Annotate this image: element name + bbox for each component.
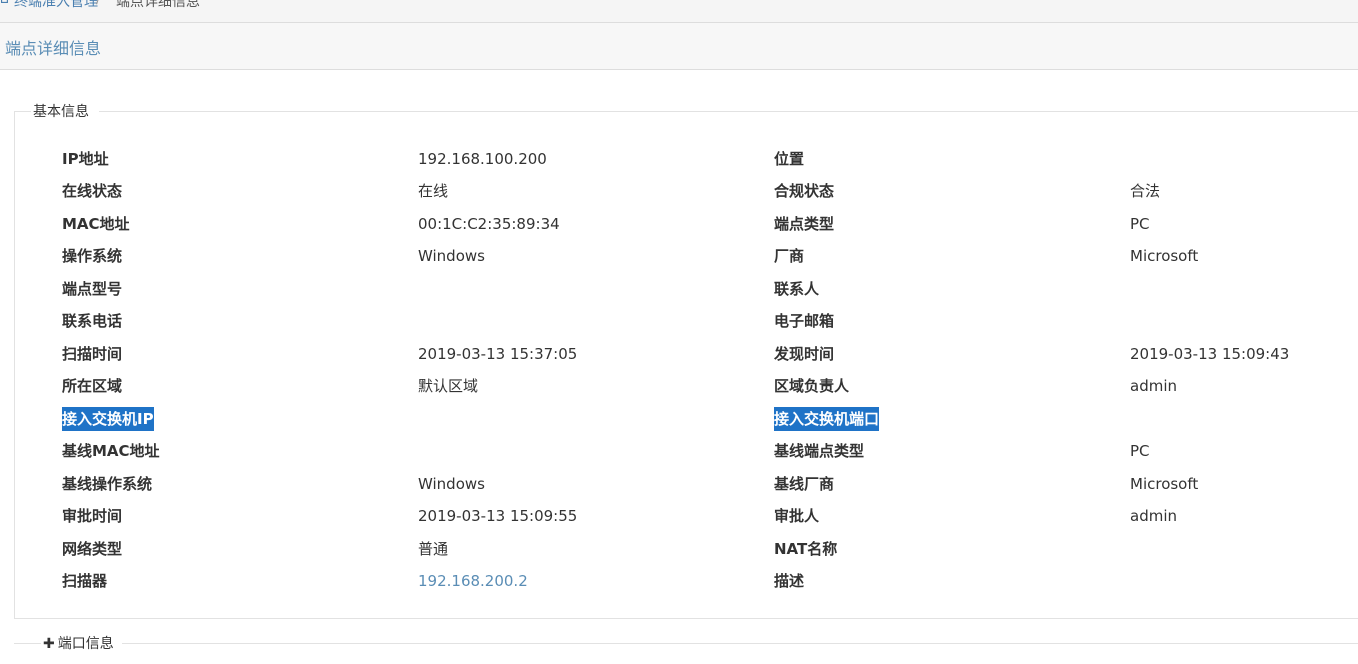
- approval-time-label: 审批时间: [62, 507, 123, 525]
- approver-value: admin: [1130, 507, 1177, 525]
- region-owner-value: admin: [1130, 377, 1177, 395]
- access-switch-port-label: 接入交换机端口: [774, 407, 880, 431]
- region-owner-label: 区域负责人: [774, 377, 850, 395]
- compliance-status-label: 合规状态: [774, 182, 835, 200]
- email-label: 电子邮箱: [774, 312, 835, 330]
- baseline-endpoint-type-label: 基线端点类型: [774, 442, 865, 460]
- home-icon: ⌂: [0, 0, 9, 7]
- baseline-mac-label: 基线MAC地址: [62, 442, 160, 460]
- mac-address-label: MAC地址: [62, 215, 130, 233]
- region-label: 所在区域: [62, 377, 123, 395]
- ip-address-value: 192.168.100.200: [418, 150, 547, 168]
- scan-time-value: 2019-03-13 15:37:05: [418, 345, 578, 363]
- top-breadcrumb-bar: ⌂ 终端准入管理 / 端点详细信息: [0, 0, 1358, 23]
- breadcrumb-home-link[interactable]: 终端准入管理: [14, 0, 98, 11]
- baseline-vendor-label: 基线厂商: [774, 475, 835, 493]
- basic-info-legend: 基本信息: [31, 101, 99, 121]
- compliance-status-value: 合法: [1130, 182, 1161, 200]
- breadcrumb-current: 端点详细信息: [116, 0, 200, 10]
- plus-icon: ✚: [43, 636, 55, 652]
- scanner-label: 扫描器: [62, 572, 108, 590]
- scan-time-label: 扫描时间: [62, 345, 123, 363]
- description-label: 描述: [774, 572, 805, 590]
- baseline-vendor-value: Microsoft: [1130, 475, 1199, 493]
- vendor-label: 厂商: [774, 247, 805, 265]
- discovery-time-value: 2019-03-13 15:09:43: [1130, 345, 1290, 363]
- page-title: 端点详细信息: [5, 39, 102, 58]
- ip-address-label: IP地址: [62, 150, 109, 168]
- approver-label: 审批人: [774, 507, 820, 525]
- baseline-endpoint-type-value: PC: [1130, 442, 1150, 460]
- online-status-value: 在线: [418, 182, 449, 200]
- network-type-value: 普通: [418, 540, 449, 558]
- scanner-link[interactable]: 192.168.200.2: [418, 569, 528, 593]
- network-type-label: 网络类型: [62, 540, 123, 558]
- endpoint-type-value: PC: [1130, 215, 1150, 233]
- nat-name-label: NAT名称: [774, 540, 838, 558]
- region-value: 默认区域: [418, 377, 479, 395]
- port-info-legend: 端口信息: [57, 636, 114, 652]
- mac-address-value: 00:1C:C2:35:89:34: [418, 215, 560, 233]
- contact-person-label: 联系人: [774, 280, 820, 298]
- vendor-value: Microsoft: [1130, 247, 1199, 265]
- os-label: 操作系统: [62, 247, 123, 265]
- baseline-os-label: 基线操作系统: [62, 475, 153, 493]
- online-status-label: 在线状态: [62, 182, 123, 200]
- endpoint-model-label: 端点型号: [62, 280, 123, 298]
- discovery-time-label: 发现时间: [774, 345, 835, 363]
- os-value: Windows: [418, 247, 485, 265]
- baseline-os-value: Windows: [418, 475, 485, 493]
- endpoint-type-label: 端点类型: [774, 215, 835, 233]
- contact-phone-label: 联系电话: [62, 312, 123, 330]
- access-switch-ip-label: 接入交换机IP: [62, 407, 154, 431]
- page-header: 端点详细信息: [0, 23, 1358, 70]
- approval-time-value: 2019-03-13 15:09:55: [418, 507, 578, 525]
- location-label: 位置: [774, 150, 805, 168]
- breadcrumb-separator: /: [96, 0, 101, 7]
- port-info-fieldset: [14, 643, 1358, 664]
- port-info-toggle[interactable]: ✚ 端口信息: [41, 633, 122, 653]
